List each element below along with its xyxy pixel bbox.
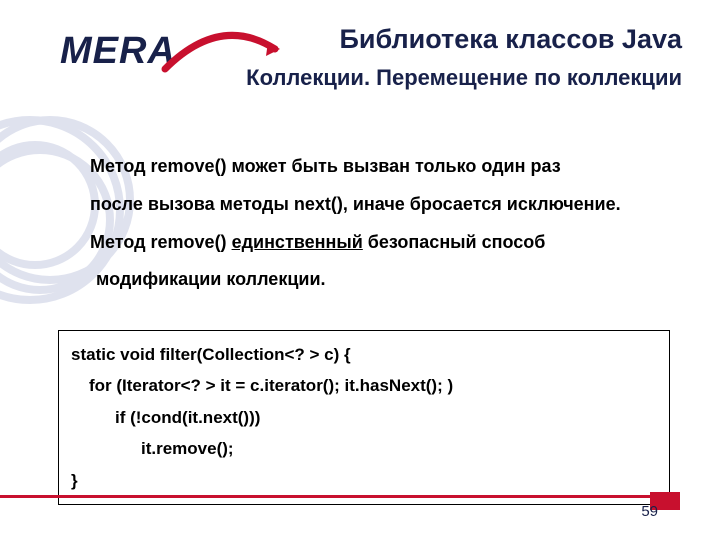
text-span: безопасный способ (363, 232, 546, 252)
paragraph-line: Метод remove() может быть вызван только … (90, 148, 680, 186)
logo-text: MERA (60, 30, 176, 72)
slide-title: Библиотека классов Java (339, 24, 682, 55)
slide-subtitle: Коллекции. Перемещение по коллекции (246, 64, 682, 92)
code-line: static void filter(Collection<? > c) { (71, 339, 657, 370)
code-line: if (!cond(it.next())) (71, 402, 657, 433)
paragraph-line: Метод remove() единственный безопасный с… (90, 224, 680, 262)
code-line: } (71, 465, 657, 496)
code-line: for (Iterator<? > it = c.iterator(); it.… (71, 370, 657, 401)
footer-divider (0, 495, 680, 498)
underlined-text: единственный (232, 232, 363, 252)
page-number: 59 (641, 503, 658, 520)
paragraph-line: модификации коллекции. (90, 261, 680, 299)
paragraph-line: после вызова методы next(), иначе бросае… (90, 186, 680, 224)
body-content: Метод remove() может быть вызван только … (90, 148, 680, 299)
code-line: it.remove(); (71, 433, 657, 464)
text-span: Метод remove() (90, 232, 232, 252)
code-snippet: static void filter(Collection<? > c) { f… (58, 330, 670, 505)
logo: MERA (60, 30, 176, 73)
